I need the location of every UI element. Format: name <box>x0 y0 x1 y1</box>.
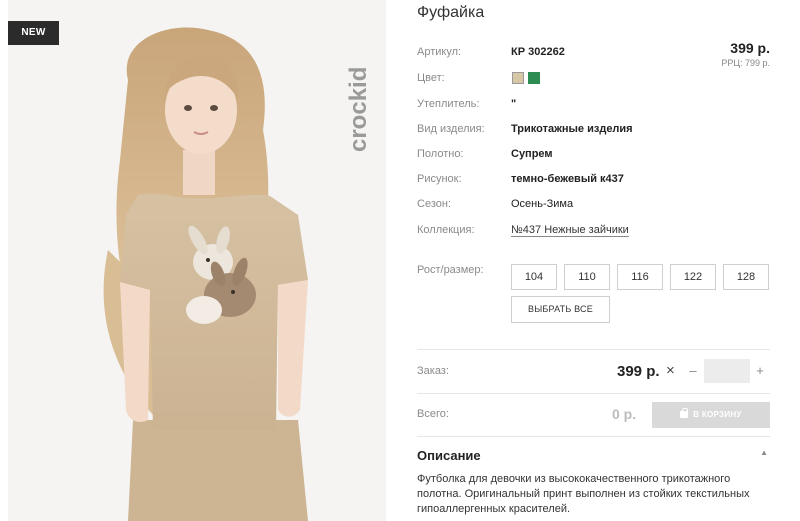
add-to-cart-button[interactable]: В КОРЗИНУ <box>652 402 770 428</box>
attr-season-value: Осень-Зима <box>511 198 574 210</box>
collection-link[interactable]: №437 Нежные зайчики <box>511 222 629 238</box>
order-unit-price: 399 р. <box>617 363 660 380</box>
attr-collection-key: Коллекция: <box>417 224 475 236</box>
attr-color-key: Цвет: <box>417 72 445 84</box>
divider <box>417 436 770 437</box>
product-photo[interactable]: NEW crockid <box>8 0 386 521</box>
quantity-increment-button[interactable]: + <box>752 362 768 380</box>
attr-insulation-key: Утеплитель: <box>417 98 480 110</box>
chevron-up-icon[interactable]: ▲ <box>760 448 768 457</box>
size-option-116[interactable]: 116 <box>617 264 663 290</box>
size-label: Рост/размер: <box>417 264 484 276</box>
add-to-cart-label: В КОРЗИНУ <box>693 410 742 419</box>
color-swatch-beige[interactable] <box>512 72 524 84</box>
attr-product-type-value: Трикотажные изделия <box>511 123 633 135</box>
attr-fabric-key: Полотно: <box>417 148 464 160</box>
divider <box>417 349 770 350</box>
description-text: Футболка для девочки из высококачественн… <box>417 473 750 515</box>
attr-article-key: Артикул: <box>417 46 462 58</box>
order-label: Заказ: <box>417 365 449 377</box>
divider <box>417 393 770 394</box>
total-value: 0 р. <box>612 406 637 422</box>
attr-color: Цвет: <box>417 70 617 86</box>
attr-pattern-key: Рисунок: <box>417 173 462 185</box>
size-option-128[interactable]: 128 <box>723 264 769 290</box>
select-all-sizes-button[interactable]: ВЫБРАТЬ ВСЕ <box>511 296 610 323</box>
description-title[interactable]: Описание <box>417 448 481 463</box>
size-option-122[interactable]: 122 <box>670 264 716 290</box>
times-icon: × <box>666 362 675 379</box>
product-price: 399 р. <box>730 40 770 56</box>
shopping-bag-icon <box>680 408 689 418</box>
product-title: Фуфайка <box>417 4 485 21</box>
product-image <box>8 0 386 521</box>
attr-season-key: Сезон: <box>417 198 451 210</box>
attr-pattern-value: темно-бежевый к437 <box>511 173 624 185</box>
attr-article-value: КР 302262 <box>511 46 565 58</box>
product-panel: Фуфайка 399 р. РРЦ: 799 р. Артикул: КР 3… <box>417 0 770 521</box>
attr-product-type-key: Вид изделия: <box>417 123 485 135</box>
attr-fabric-value: Супрем <box>511 148 553 160</box>
brand-logo: crockid <box>335 14 375 154</box>
size-option-110[interactable]: 110 <box>564 264 610 290</box>
color-swatch-green[interactable] <box>528 72 540 84</box>
recommended-retail-price: РРЦ: 799 р. <box>721 58 770 68</box>
brand-logo-text: crockid <box>345 67 372 152</box>
new-badge: NEW <box>8 21 59 45</box>
quantity-input[interactable] <box>704 359 750 383</box>
attr-insulation-value: " <box>511 98 517 110</box>
total-label: Всего: <box>417 408 449 420</box>
size-option-104[interactable]: 104 <box>511 264 557 290</box>
quantity-decrement-button[interactable]: – <box>685 362 701 380</box>
